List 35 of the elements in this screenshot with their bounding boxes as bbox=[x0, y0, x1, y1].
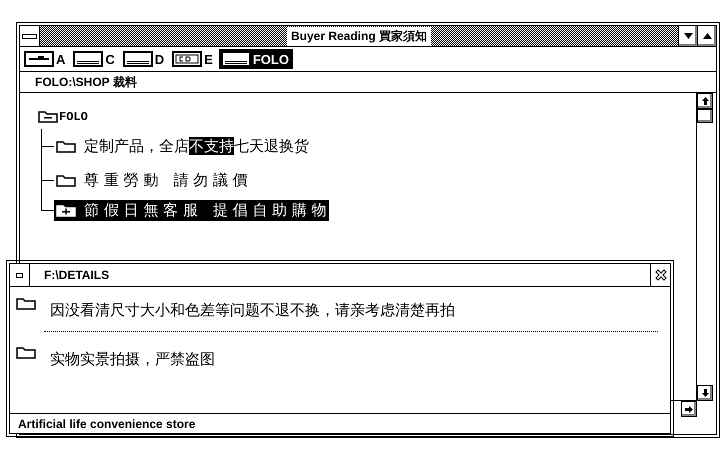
folder-icon bbox=[16, 297, 36, 310]
arrow-right-icon bbox=[685, 406, 693, 412]
hard-drive-icon bbox=[220, 51, 251, 67]
caret-up-icon bbox=[702, 33, 712, 39]
window-title: Buyer Reading 買家須知 bbox=[286, 26, 432, 46]
caret-down-icon bbox=[684, 33, 692, 39]
floppy-drive-icon bbox=[24, 51, 54, 67]
vertical-scrollbar[interactable] bbox=[696, 93, 714, 401]
scroll-right-button[interactable] bbox=[681, 401, 697, 417]
cd-drive-icon bbox=[172, 51, 202, 67]
drive-button[interactable]: FOLO bbox=[218, 49, 293, 69]
folder-label[interactable]: 尊 重 勞 動 請 勿 議 價 bbox=[84, 170, 248, 190]
folder-label[interactable]: 定制产品，全店不支持七天退换货 bbox=[84, 136, 309, 156]
scroll-down-button[interactable] bbox=[697, 385, 713, 401]
scroll-thumb[interactable] bbox=[697, 109, 713, 123]
current-path: FOLO:\SHOP 裁料 bbox=[35, 74, 137, 90]
item-label[interactable]: 因没看清尺寸大小和色差等问题不退不换，请亲考虑清楚再拍 bbox=[50, 301, 455, 320]
close-icon bbox=[654, 268, 668, 282]
folder-icon bbox=[16, 346, 36, 359]
item-label[interactable]: 实物实景拍摄，严禁盗图 bbox=[50, 350, 215, 369]
drive-button[interactable]: A bbox=[22, 49, 70, 69]
drive-button[interactable]: D bbox=[120, 49, 168, 69]
status-text: Artificial life convenience store bbox=[18, 416, 196, 430]
maximize-button[interactable] bbox=[697, 26, 716, 46]
hard-drive-icon bbox=[73, 51, 104, 67]
folder-label[interactable]: FOLO bbox=[59, 110, 88, 124]
scroll-up-button[interactable] bbox=[697, 93, 713, 109]
minimize-button[interactable] bbox=[678, 26, 697, 46]
arrow-up-icon bbox=[702, 97, 708, 105]
window-title: F:\DETAILS bbox=[44, 268, 110, 282]
drive-button[interactable]: E bbox=[170, 49, 217, 69]
drive-button[interactable]: C bbox=[71, 49, 119, 69]
arrow-down-icon bbox=[702, 389, 708, 397]
folder-label[interactable]: 節 假 日 無 客 服 提 倡 自 助 購 物 bbox=[84, 201, 327, 220]
hard-drive-icon bbox=[122, 51, 153, 67]
